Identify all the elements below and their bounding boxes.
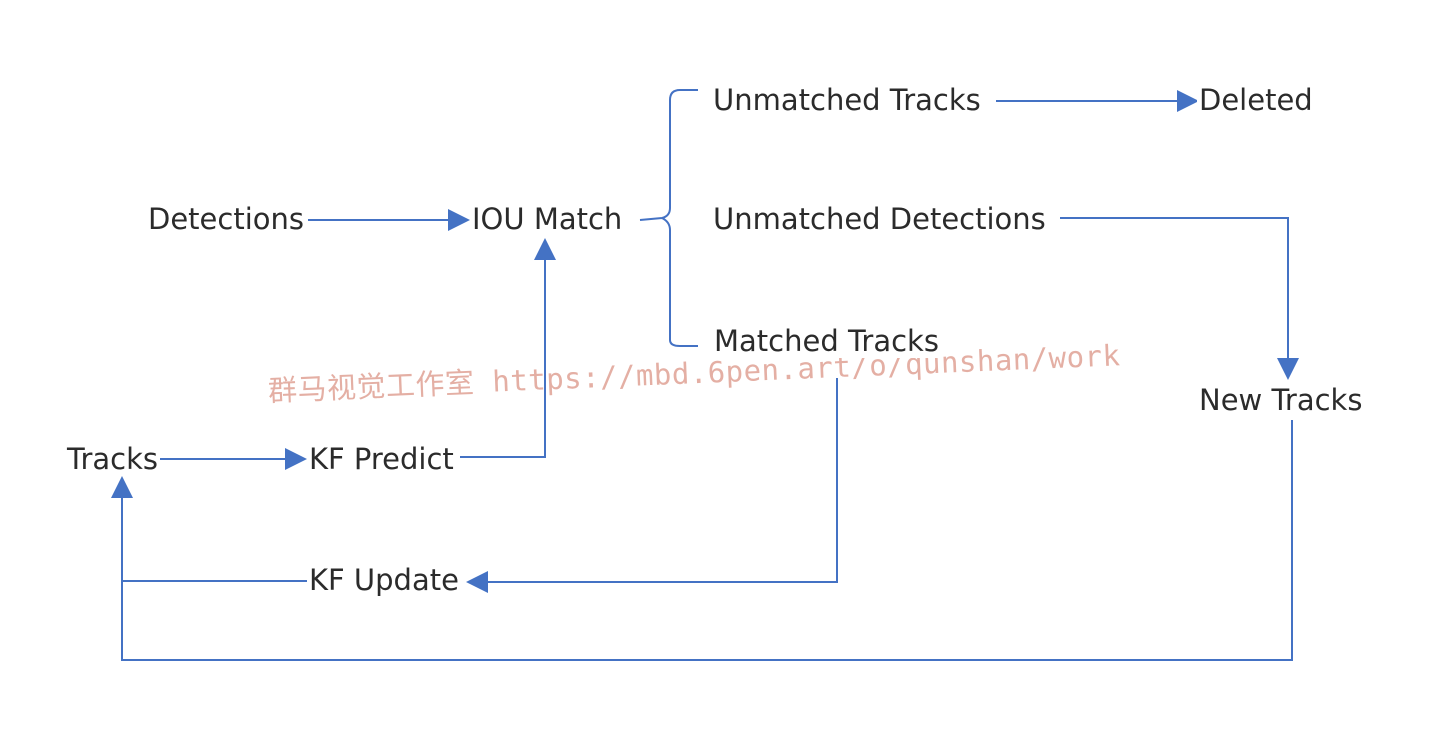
node-unmatched-tracks: Unmatched Tracks: [711, 83, 983, 117]
edge-iou-match-bracket: [639, 89, 698, 347]
node-new-tracks: New Tracks: [1197, 383, 1365, 417]
edge-kf-predict-to-iou-match: [460, 238, 556, 458]
node-tracks: Tracks: [65, 442, 160, 476]
node-iou-match: IOU Match: [470, 202, 625, 236]
node-deleted: Deleted: [1197, 83, 1315, 117]
node-matched-tracks: Matched Tracks: [712, 324, 941, 358]
edge-new-tracks-to-tracks: [121, 420, 1293, 661]
node-kf-predict: KF Predict: [307, 442, 456, 476]
edge-matched-tracks-to-kf-update: [466, 378, 838, 593]
edge-kf-update-to-tracks: [111, 476, 310, 582]
node-kf-update: KF Update: [307, 563, 461, 597]
node-detections: Detections: [146, 202, 306, 236]
node-unmatched-detections: Unmatched Detections: [711, 202, 1048, 236]
